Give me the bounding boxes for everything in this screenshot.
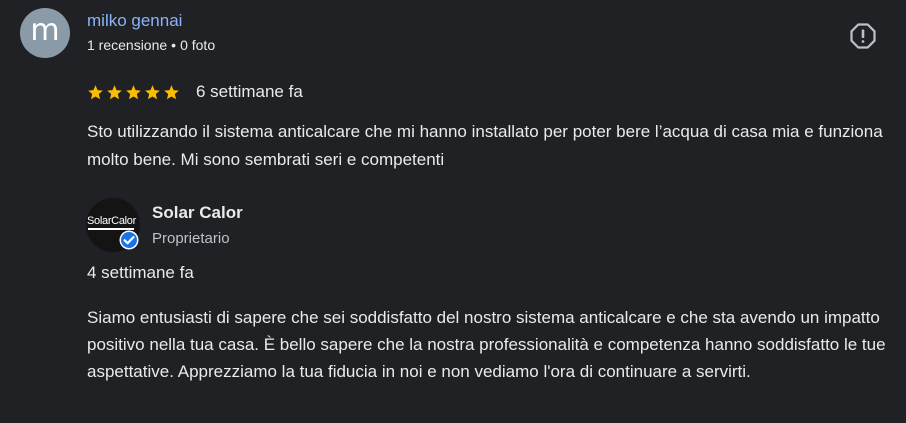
star-filled-icon [145, 84, 160, 99]
review-text: Sto utilizzando il sistema anticalcare c… [87, 122, 883, 169]
author-meta: 1 recensione • 0 foto [87, 37, 215, 53]
verified-badge-icon [119, 230, 139, 250]
review-date: 6 settimane fa [196, 82, 303, 101]
rating-row: 6 settimane fa [87, 80, 303, 104]
photo-count: 0 foto [180, 37, 216, 53]
reply-text: Siamo entusiasti di sapere che sei soddi… [87, 308, 886, 381]
reply-date: 4 settimane fa [87, 263, 194, 282]
review-count: 1 recensione [87, 37, 168, 53]
owner-name: Solar Calor [152, 203, 243, 222]
meta-separator: • [171, 37, 177, 53]
report-flag-icon[interactable] [849, 22, 877, 50]
star-filled-icon [107, 84, 122, 99]
star-filled-icon [164, 84, 179, 99]
star-rating [87, 84, 180, 101]
owner-logo-text: SolarCalor [87, 215, 136, 227]
star-filled-icon [126, 84, 141, 99]
review-card: m milko gennai 1 recensione • 0 foto 6 set… [0, 0, 906, 423]
owner-logo[interactable]: SolarCalor [86, 198, 140, 252]
author-name-link[interactable]: milko gennai [87, 11, 182, 31]
owner-role: Proprietario [152, 230, 230, 247]
star-filled-icon [88, 84, 103, 99]
author-avatar[interactable]: m [20, 8, 70, 58]
